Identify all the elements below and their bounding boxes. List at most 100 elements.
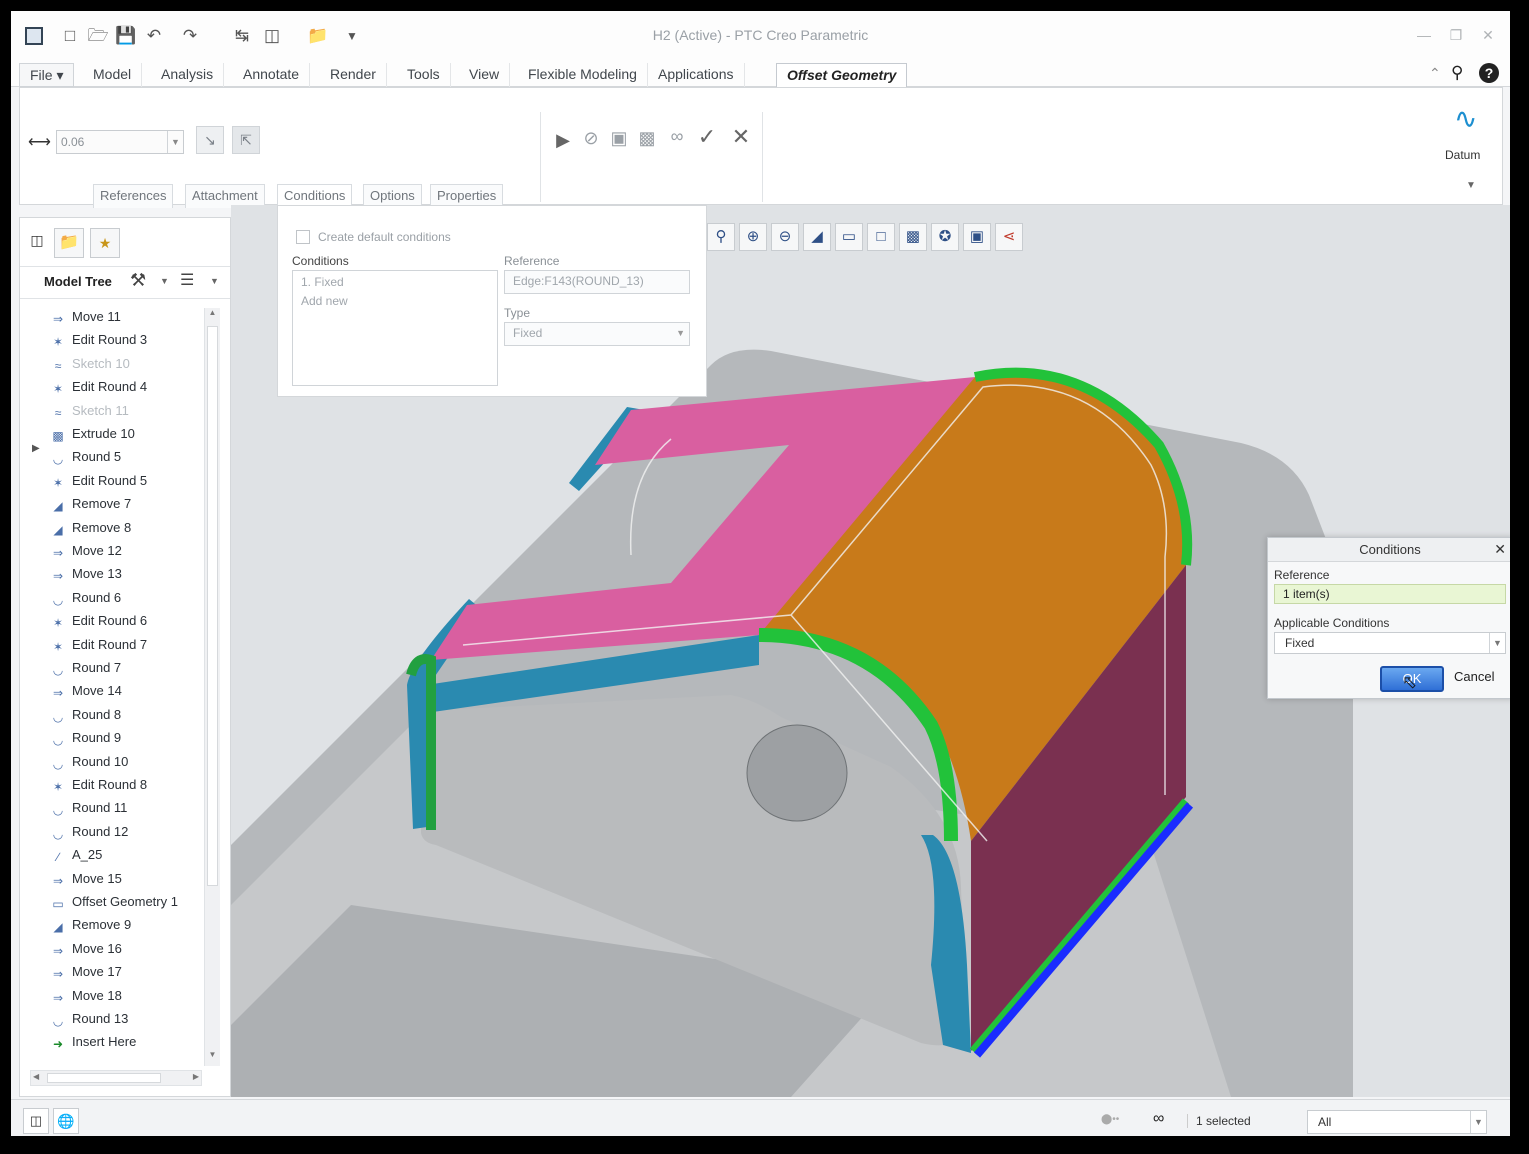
tree-item[interactable]: ◢ Remove 9 (50, 914, 131, 936)
tree-item[interactable]: ⇒ Move 12 (50, 540, 122, 562)
tree-item[interactable]: ⇒ Move 18 (50, 985, 122, 1007)
tab-annotate[interactable]: Annotate (233, 63, 311, 87)
tab-view[interactable]: View (459, 63, 511, 87)
add-new-condition[interactable]: Add new (301, 294, 348, 308)
verify-preview-icon[interactable]: ▩ (634, 128, 660, 149)
tree-item[interactable]: ◢ Remove 7 (50, 493, 131, 515)
tree-item[interactable]: ⇒ Move 11 (50, 306, 121, 328)
glasses-icon[interactable]: ∞ (664, 126, 690, 147)
scroll-left-icon[interactable]: ◀ (33, 1072, 39, 1081)
tree-item[interactable]: ◡ Round 8 (50, 704, 121, 726)
conditions-list-item[interactable]: 1. Fixed (301, 275, 344, 289)
tree-item[interactable]: ✶ Edit Round 7 (50, 634, 147, 656)
tab-render[interactable]: Render (320, 63, 387, 87)
tree-item-label: Round 6 (72, 589, 122, 605)
favorites-icon[interactable]: ★ (90, 228, 120, 258)
dialog-title-bar[interactable]: Conditions ✕ (1268, 538, 1510, 562)
cancel-button[interactable]: Cancel (1454, 669, 1494, 684)
model-tree-tab-icon[interactable]: ◫ (26, 232, 48, 256)
pause-icon[interactable]: ⊘ (578, 128, 604, 149)
tree-item[interactable]: ✶ Edit Round 5 (50, 470, 147, 492)
tree-item[interactable]: ◡ Round 11 (50, 797, 128, 819)
tree-item[interactable]: ⇒ Move 16 (50, 938, 122, 960)
tree-item-label: Move 13 (72, 566, 122, 582)
play-icon[interactable]: ▶ (550, 130, 576, 151)
tab-offset-geometry[interactable]: Offset Geometry (776, 63, 908, 88)
navigator-toggle-icon[interactable]: ◫ (23, 1108, 49, 1134)
tree-item[interactable]: ✶ Edit Round 3 (50, 329, 147, 351)
dialog-reference-field[interactable]: 1 item(s) (1274, 584, 1506, 604)
tree-item[interactable]: ◢ Remove 8 (50, 517, 131, 539)
tab-applications[interactable]: Applications (648, 63, 745, 87)
tree-item[interactable]: ∕ A_25 (50, 844, 102, 866)
scroll-thumb[interactable] (207, 326, 218, 886)
tree-item[interactable]: ◡ Round 13 (50, 1008, 129, 1030)
apply-check-icon[interactable]: ✓ (694, 124, 720, 150)
tree-item[interactable]: ⇒ Move 15 (50, 868, 122, 890)
type-select[interactable]: Fixed ▼ (504, 322, 690, 346)
default-conditions-checkbox[interactable] (296, 230, 310, 244)
applicable-conditions-select[interactable]: Fixed ▼ (1274, 632, 1506, 654)
chevron-down-icon[interactable]: ▼ (167, 131, 183, 153)
tab-tools[interactable]: Tools (397, 63, 451, 87)
tree-item[interactable]: ✶ Edit Round 4 (50, 376, 147, 398)
tree-horizontal-scrollbar[interactable]: ◀ ▶ (30, 1070, 202, 1086)
tree-item[interactable]: ✶ Edit Round 6 (50, 610, 147, 632)
flip-direction-button[interactable]: ↘ (196, 126, 224, 154)
offset-type-button[interactable]: ⇱ (232, 126, 260, 154)
close-icon[interactable]: ✕ (1477, 25, 1499, 45)
tree-item-label: Round 11 (72, 800, 128, 816)
tab-flexible-modeling[interactable]: Flexible Modeling (518, 63, 648, 87)
reference-field[interactable]: Edge:F143(ROUND_13) (504, 270, 690, 294)
datum-label[interactable]: Datum (1445, 148, 1480, 162)
restore-icon[interactable]: ❐ (1445, 25, 1467, 45)
tree-settings-icon[interactable]: ⚒ (130, 270, 146, 291)
tree-item[interactable]: ◡ Round 10 (50, 751, 129, 773)
datum-curve-icon[interactable]: ∿ (1454, 102, 1477, 135)
browser-toggle-icon[interactable]: 🌐 (53, 1108, 79, 1134)
tab-analysis[interactable]: Analysis (151, 63, 225, 87)
tree-item[interactable]: ◡ Round 12 (50, 821, 129, 843)
datum-dropdown-icon[interactable]: ▼ (1466, 180, 1476, 191)
expand-arrow-icon[interactable]: ▶ (32, 443, 40, 454)
preview-icon[interactable]: ▣ (606, 128, 632, 149)
help-icon[interactable]: ? (1479, 63, 1499, 83)
tree-item[interactable]: ⇒ Move 17 (50, 961, 122, 983)
cancel-x-icon[interactable]: ✕ (728, 124, 754, 150)
collapse-ribbon-icon[interactable]: ⌃ (1429, 65, 1441, 82)
dialog-close-icon[interactable]: ✕ (1494, 541, 1506, 558)
tree-item[interactable]: ◡ Round 6 (50, 587, 121, 609)
tree-item[interactable]: ⇒ Move 13 (50, 563, 122, 585)
tree-item[interactable]: ≈ Sketch 10 (50, 353, 130, 375)
conditions-list[interactable]: 1. Fixed Add new (292, 270, 498, 386)
scroll-down-icon[interactable]: ▼ (205, 1050, 220, 1066)
tree-item[interactable]: ▩ Extrude 10 (50, 423, 135, 445)
scroll-thumb[interactable] (47, 1073, 161, 1083)
tree-item[interactable]: ➜ Insert Here (50, 1031, 136, 1053)
tree-item[interactable]: ⇒ Move 14 (50, 680, 122, 702)
chevron-down-icon[interactable]: ▼ (210, 276, 219, 286)
tree-item[interactable]: ≈ Sketch 11 (50, 400, 129, 422)
tree-item[interactable]: ◡ Round 7 (50, 657, 121, 679)
sketch-icon: ≈ (54, 358, 62, 373)
tab-model[interactable]: Model (83, 63, 143, 87)
tab-file[interactable]: File ▾ (19, 63, 75, 87)
tree-item[interactable]: ▭ Offset Geometry 1 (50, 891, 178, 913)
scroll-right-icon[interactable]: ▶ (193, 1072, 199, 1081)
tree-item[interactable]: ◡ Round 5 (50, 446, 121, 468)
sketch-icon: ≈ (54, 405, 62, 420)
ribbon-panel: ⟷ 0.06 ▼ ↘ ⇱ ▶ ⊘ ▣ ▩ ∞ ✓ ✕ ∿ Datum ▼ Ref… (19, 87, 1503, 208)
minimize-icon[interactable]: — (1413, 25, 1435, 45)
tree-item[interactable]: ✶ Edit Round 8 (50, 774, 147, 796)
chevron-down-icon[interactable]: ▼ (160, 276, 169, 286)
tree-item[interactable]: ◡ Round 9 (50, 727, 121, 749)
show-icon[interactable]: ☰ (180, 270, 194, 290)
folder-browser-icon[interactable]: 📁 (54, 228, 84, 258)
offset-value-input[interactable]: 0.06 ▼ (56, 130, 184, 154)
subtab-references[interactable]: References (93, 184, 174, 208)
scroll-up-icon[interactable]: ▲ (205, 308, 220, 324)
search-icon[interactable]: ⚲ (1451, 63, 1463, 83)
selection-filter[interactable]: All ▼ (1307, 1110, 1487, 1134)
find-icon[interactable]: ∞ (1153, 1110, 1164, 1128)
tree-vertical-scrollbar[interactable]: ▲ ▼ (204, 308, 220, 1066)
